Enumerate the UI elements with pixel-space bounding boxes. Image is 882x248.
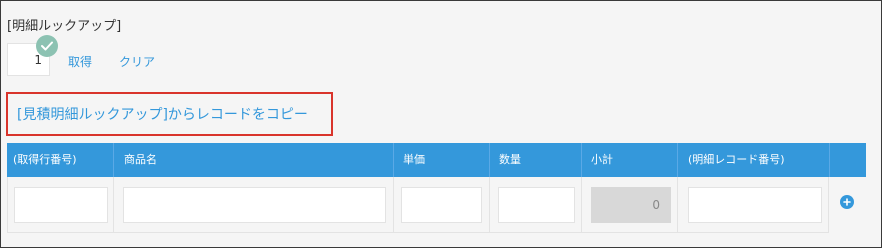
header-divider [393, 143, 394, 177]
cell-divider [393, 177, 394, 233]
column-header-product-name: 商品名 [124, 153, 157, 166]
subtotal-field: 0 [591, 187, 671, 223]
copy-record-link[interactable]: [見積明細ルックアップ]からレコードをコピー [17, 104, 308, 124]
row-number-input[interactable] [14, 187, 108, 223]
column-header-quantity: 数量 [499, 153, 521, 166]
header-divider [829, 143, 830, 177]
column-header-unit-price: 単価 [403, 153, 425, 166]
clear-link[interactable]: クリア [119, 53, 155, 70]
unit-price-input[interactable] [401, 187, 482, 223]
cell-divider [113, 177, 114, 233]
form-canvas: [明細ルックアップ] 1 取得 クリア [見積明細ルックアップ]からレコードをコ… [0, 0, 882, 248]
detail-record-number-input[interactable] [688, 187, 822, 223]
check-icon [36, 35, 58, 57]
header-divider [489, 143, 490, 177]
table-header: (取得行番号) 商品名 単価 数量 小計 (明細レコード番号) [7, 143, 866, 177]
header-divider [581, 143, 582, 177]
lookup-field-label: [明細ルックアップ] [7, 19, 122, 34]
cell-divider [581, 177, 582, 233]
cell-divider [489, 177, 490, 233]
subtotal-value: 0 [652, 198, 660, 212]
cell-divider [828, 177, 829, 233]
header-divider [113, 143, 114, 177]
get-link[interactable]: 取得 [68, 53, 92, 70]
product-name-input[interactable] [123, 187, 386, 223]
plus-icon[interactable] [840, 195, 854, 209]
quantity-input[interactable] [498, 187, 575, 223]
column-header-detail-record-number: (明細レコード番号) [688, 153, 785, 166]
column-header-row-number: (取得行番号) [13, 153, 77, 166]
cell-divider [677, 177, 678, 233]
column-header-subtotal: 小計 [591, 153, 613, 166]
header-divider [677, 143, 678, 177]
